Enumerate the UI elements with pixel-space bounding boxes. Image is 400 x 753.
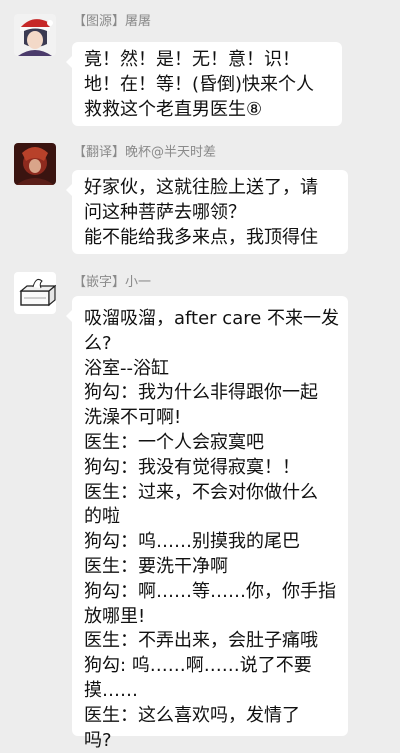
- message-text-line: 医生：一个人会寂寞吧: [84, 431, 264, 453]
- sender-avatar[interactable]: [14, 272, 56, 314]
- sender-name: 【嵌字】小一: [73, 275, 152, 290]
- message-text-line: 问这种菩萨去哪领？: [84, 201, 246, 223]
- message-text-line: 摸……: [84, 679, 138, 701]
- message-text-line: 狗勾：我为什么非得跟你一起: [84, 382, 318, 404]
- message-text-line: 医生：这么喜欢吗，发情了: [84, 704, 300, 726]
- message-text-line: 吸溜吸溜，after care 不来一发: [84, 308, 340, 329]
- message-text-line: 医生：过来，不会对你做什么: [84, 481, 318, 503]
- message-text-line: 狗勾：我没有觉得寂寞！！: [84, 456, 300, 478]
- message-text-line: 地！在！等！(昏倒)快来个人: [84, 73, 315, 95]
- sender-avatar[interactable]: [14, 143, 56, 185]
- message-text-line: 狗勾: 呜……啊……说了不要: [84, 655, 312, 677]
- message-text-line: 放哪里!: [84, 605, 146, 627]
- anime-boy-santa-hat-avatar-icon: [14, 14, 56, 56]
- sender-name: 【图源】屠屠: [73, 14, 152, 29]
- message-text-line: 狗勾：啊……等……你，你手指: [84, 580, 336, 602]
- message-bubble[interactable]: 竟！然！是！无！意！识！ 地！在！等！(昏倒)快来个人 救救这个老直男医生⑧: [66, 42, 342, 126]
- message-bubble[interactable]: 吸溜吸溜，after care 不来一发 么? 浴室--浴缸 狗勾：我为什么非得…: [66, 296, 348, 751]
- sender-avatar[interactable]: [14, 14, 56, 56]
- message-text-line: 医生：要洗干净啊: [84, 555, 228, 577]
- message-text-line: 狗勾：呜……别摸我的尾巴: [84, 531, 300, 553]
- message-text-line: 浴室--浴缸: [84, 357, 169, 379]
- message-text-line: 吗?: [84, 729, 112, 751]
- message-text-line: 洗澡不可啊!: [84, 407, 182, 429]
- message-text-line: 竟！然！是！无！意！识！: [84, 49, 300, 70]
- message-text-line: 好家伙，这就往脸上送了，请: [84, 177, 318, 198]
- message-text-line: 能不能给我多来点，我顶得住: [84, 226, 318, 248]
- message-text-line: 的啦: [84, 506, 120, 528]
- message-bubble[interactable]: 好家伙，这就往脸上送了，请 问这种菩萨去哪领？ 能不能给我多来点，我顶得住: [66, 170, 348, 254]
- dark-red-character-avatar-icon: [14, 143, 56, 185]
- message-text-line: 医生：不弄出来，会肚子痛哦: [84, 630, 318, 652]
- tissue-box-avatar-icon: [14, 272, 56, 314]
- message-text-line: 救救这个老直男医生⑧: [84, 98, 263, 120]
- message-text-line: 么?: [84, 332, 112, 354]
- sender-name: 【翻译】晚杯@半天时差: [73, 145, 217, 160]
